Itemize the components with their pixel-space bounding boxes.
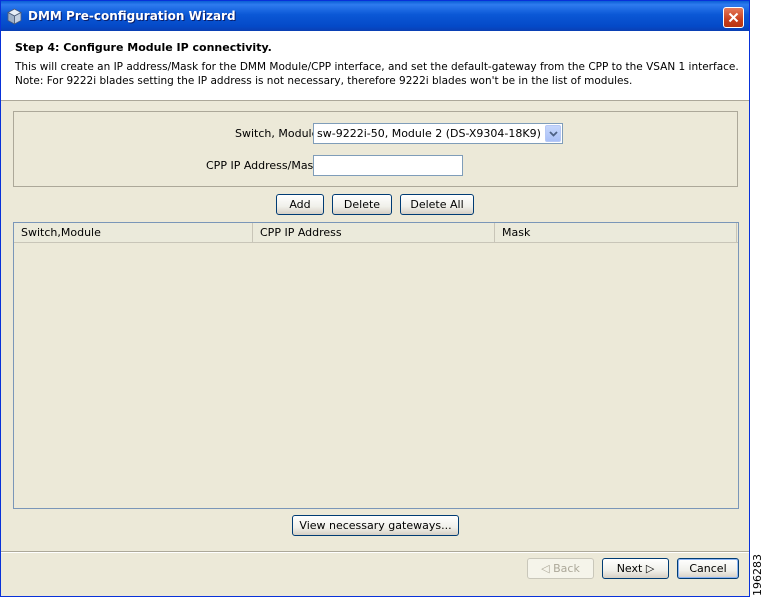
next-button[interactable]: Next ▷: [602, 558, 669, 579]
step-title: Step 4: Configure Module IP connectivity…: [15, 41, 272, 54]
wizard-window: DMM Pre-configuration Wizard Step 4: Con…: [0, 0, 750, 597]
column-header-mask[interactable]: Mask: [495, 223, 737, 242]
switch-module-value: sw-9222i-50, Module 2 (DS-X9304-18K9): [317, 127, 541, 140]
cube-icon: [6, 8, 23, 25]
add-button[interactable]: Add: [276, 194, 324, 215]
view-gateways-button[interactable]: View necessary gateways...: [292, 515, 459, 536]
column-header-switch-module[interactable]: Switch,Module: [14, 223, 253, 242]
module-ip-table[interactable]: Switch,Module CPP IP Address Mask: [13, 222, 739, 509]
back-button[interactable]: ◁ Back: [527, 558, 594, 579]
close-icon: [728, 12, 739, 23]
table-header: Switch,Module CPP IP Address Mask: [14, 223, 738, 243]
cancel-button[interactable]: Cancel: [677, 558, 739, 579]
title-bar[interactable]: DMM Pre-configuration Wizard: [1, 1, 749, 31]
step-note: Note: For 9222i blades setting the IP ad…: [15, 75, 633, 87]
switch-module-select[interactable]: sw-9222i-50, Module 2 (DS-X9304-18K9): [313, 123, 563, 144]
cpp-ip-input[interactable]: [313, 155, 463, 176]
switch-module-dropdown-button[interactable]: [545, 125, 561, 142]
cpp-ip-label: CPP IP Address/Mask: [206, 159, 320, 172]
column-header-cpp-ip[interactable]: CPP IP Address: [253, 223, 495, 242]
step-description: This will create an IP address/Mask for …: [15, 61, 739, 73]
delete-all-button[interactable]: Delete All: [400, 194, 474, 215]
close-button[interactable]: [723, 7, 744, 28]
chevron-down-icon: [549, 131, 558, 137]
switch-module-label: Switch, Module: [235, 127, 319, 140]
delete-button[interactable]: Delete: [332, 194, 392, 215]
window-title: DMM Pre-configuration Wizard: [28, 9, 236, 23]
footer-divider: [1, 551, 749, 553]
figure-code: 196283: [751, 554, 764, 596]
step-header: Step 4: Configure Module IP connectivity…: [1, 31, 749, 101]
